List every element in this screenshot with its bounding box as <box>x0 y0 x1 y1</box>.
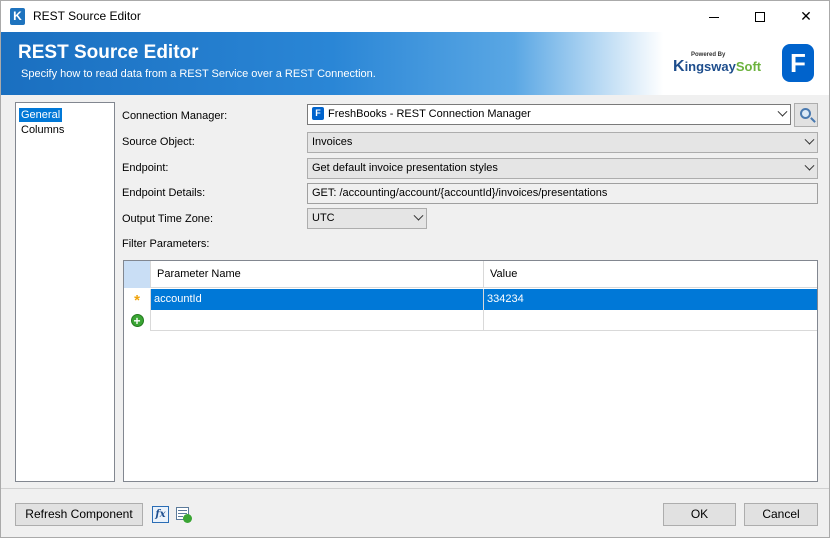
banner-title: REST Source Editor <box>18 42 199 63</box>
endpoint-details-label: Endpoint Details: <box>122 187 206 199</box>
kingswaysoft-k-icon: K <box>10 8 25 25</box>
minimize-icon <box>709 16 719 18</box>
chevron-down-icon <box>804 160 815 171</box>
output-time-zone-value: UTC <box>312 212 335 224</box>
chevron-down-icon <box>413 210 424 221</box>
cell-parameter-name[interactable]: accountId <box>151 289 484 310</box>
source-object-label: Source Object: <box>122 136 195 148</box>
filter-parameters-label: Filter Parameters: <box>122 238 210 250</box>
chevron-down-icon <box>804 134 815 145</box>
cell-value[interactable] <box>484 310 817 331</box>
magnifier-handle <box>810 117 816 123</box>
check-badge <box>183 514 192 523</box>
minimize-button[interactable] <box>691 1 737 32</box>
row-header[interactable]: + <box>124 310 151 331</box>
source-object-value: Invoices <box>312 136 353 148</box>
connection-search-button[interactable] <box>794 103 818 127</box>
refresh-component-button[interactable]: Refresh Component <box>15 503 143 526</box>
source-object-select[interactable]: Invoices <box>307 132 818 153</box>
nav-item-columns[interactable]: Columns <box>19 123 66 137</box>
cell-value[interactable]: 334234 <box>484 289 817 310</box>
asterisk-icon: * <box>134 292 140 309</box>
endpoint-label: Endpoint: <box>122 162 169 174</box>
nav-item-general[interactable]: General <box>19 108 63 122</box>
filter-parameters-grid: Parameter Name Value * accountId 334234 … <box>123 260 818 482</box>
chevron-down-icon <box>777 106 788 117</box>
window-title: REST Source Editor <box>33 9 141 23</box>
banner-subtitle: Specify how to read data from a REST Ser… <box>21 68 376 80</box>
rest-source-editor-window: K REST Source Editor ✕ REST Source Edito… <box>0 0 830 538</box>
row-header[interactable]: * <box>124 289 151 310</box>
endpoint-details-field: GET: /accounting/account/{accountId}/inv… <box>307 183 818 204</box>
freshbooks-logo-icon: F <box>782 44 814 82</box>
column-header-value[interactable]: Value <box>484 261 817 288</box>
header-banner: REST Source Editor Specify how to read d… <box>1 32 829 95</box>
maximize-button[interactable] <box>737 1 783 32</box>
freshbooks-icon: F <box>312 106 324 120</box>
close-button[interactable]: ✕ <box>783 1 829 32</box>
title-bar: K REST Source Editor ✕ <box>1 1 829 32</box>
nav-list: General Columns <box>15 102 115 482</box>
output-time-zone-select[interactable]: UTC <box>307 208 427 229</box>
cell-parameter-name[interactable] <box>151 310 484 331</box>
column-header-parameter-name[interactable]: Parameter Name <box>151 261 484 288</box>
table-row[interactable]: * accountId 334234 <box>124 289 817 310</box>
ok-button[interactable]: OK <box>663 503 736 526</box>
connection-manager-value: FreshBooks - REST Connection Manager <box>328 108 531 120</box>
connection-manager-label: Connection Manager: <box>122 110 228 122</box>
maximize-icon <box>755 12 765 23</box>
endpoint-value: Get default invoice presentation styles <box>312 162 498 174</box>
fx-icon[interactable]: fx <box>152 506 169 523</box>
grid-header: Parameter Name Value <box>124 261 817 288</box>
new-row[interactable]: + <box>124 310 817 331</box>
magnifier-icon <box>800 108 811 119</box>
connection-manager-select[interactable]: F FreshBooks - REST Connection Manager <box>307 104 791 125</box>
footer-divider <box>1 488 829 489</box>
grid-line <box>178 510 187 511</box>
endpoint-details-value: GET: /accounting/account/{accountId}/inv… <box>312 187 608 199</box>
grid-check-icon[interactable] <box>175 506 192 523</box>
kingswaysoft-logo: Powered By KingswaySoft <box>673 52 763 78</box>
plus-circle-icon: + <box>130 314 144 328</box>
logo-name: KingswaySoft <box>673 58 762 75</box>
grid-corner[interactable] <box>124 261 151 288</box>
cancel-button[interactable]: Cancel <box>744 503 818 526</box>
output-time-zone-label: Output Time Zone: <box>122 213 214 225</box>
endpoint-select[interactable]: Get default invoice presentation styles <box>307 158 818 179</box>
